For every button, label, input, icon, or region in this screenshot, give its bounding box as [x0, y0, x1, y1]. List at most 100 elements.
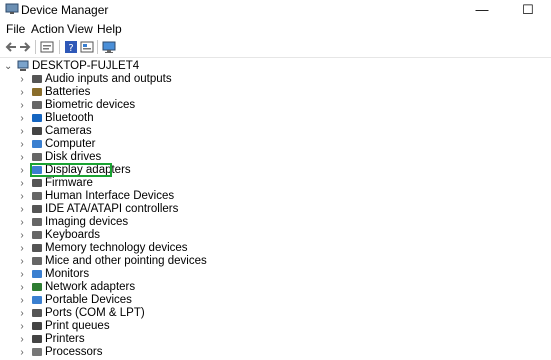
firmware-icon	[32, 179, 42, 187]
tree-item[interactable]: › Print queues	[0, 320, 260, 333]
tree-item-label: Firmware	[45, 177, 93, 189]
tree-item-label: Processors	[45, 346, 103, 358]
menu-action[interactable]: Action	[31, 22, 64, 36]
back-icon[interactable]	[4, 40, 18, 54]
bluetooth-icon	[32, 114, 42, 122]
tree-item-label: Computer	[45, 138, 96, 150]
toolbar-separator	[35, 40, 36, 54]
tree-item[interactable]: › Cameras	[0, 125, 260, 138]
camera-icon	[32, 127, 42, 135]
tree-item-label: Biometric devices	[45, 99, 136, 111]
tree-item[interactable]: › Monitors	[0, 268, 260, 281]
title-bar: Device Manager — ☐	[0, 0, 551, 19]
network-icon	[32, 283, 42, 291]
forward-icon[interactable]	[18, 40, 32, 54]
tree-item[interactable]: › Computer	[0, 138, 260, 151]
expand-chevron-icon[interactable]: ›	[18, 177, 26, 190]
tree-item-label: Mice and other pointing devices	[45, 255, 207, 267]
expand-chevron-icon[interactable]: ›	[18, 86, 26, 99]
scan-icon[interactable]	[80, 40, 94, 54]
expand-chevron-icon[interactable]: ›	[18, 268, 26, 281]
print-queue-icon	[32, 322, 42, 330]
menu-file[interactable]: File	[6, 22, 25, 36]
device-tree: ⌄ DESKTOP-FUJLET4 › Audio inputs and outp…	[0, 58, 551, 360]
menu-bar: File Action View Help	[0, 19, 551, 37]
keyboard-icon	[32, 231, 42, 239]
expand-chevron-icon[interactable]: ›	[18, 307, 26, 320]
tree-item[interactable]: › Processors	[0, 346, 260, 359]
tree-item[interactable]: › Imaging devices	[0, 216, 260, 229]
selection-highlight	[30, 163, 112, 177]
collapse-chevron-icon[interactable]: ⌄	[4, 60, 12, 73]
expand-chevron-icon[interactable]: ›	[18, 333, 26, 346]
tree-item-label: Printers	[45, 333, 85, 345]
speaker-icon	[32, 75, 42, 83]
tree-item-label: IDE ATA/ATAPI controllers	[45, 203, 179, 215]
tree-item[interactable]: › Memory technology devices	[0, 242, 260, 255]
tree-item[interactable]: › Biometric devices	[0, 99, 260, 112]
expand-chevron-icon[interactable]: ›	[18, 346, 26, 359]
imaging-icon	[32, 218, 42, 226]
monitor-icon[interactable]	[102, 40, 116, 54]
tree-item[interactable]: › Batteries	[0, 86, 260, 99]
expand-chevron-icon[interactable]: ›	[18, 294, 26, 307]
portable-device-icon	[32, 296, 42, 304]
tree-item[interactable]: › Ports (COM & LPT)	[0, 307, 260, 320]
tree-item[interactable]: › IDE ATA/ATAPI controllers	[0, 203, 260, 216]
hid-icon	[32, 192, 42, 200]
expand-chevron-icon[interactable]: ›	[18, 125, 26, 138]
tree-item[interactable]: › Audio inputs and outputs	[0, 73, 260, 86]
tree-item[interactable]: › Mice and other pointing devices	[0, 255, 260, 268]
minimize-button[interactable]: —	[459, 0, 505, 19]
tree-item[interactable]: › Firmware	[0, 177, 260, 190]
maximize-button[interactable]: ☐	[505, 0, 551, 19]
tree-item-label: Imaging devices	[45, 216, 129, 228]
expand-chevron-icon[interactable]: ›	[18, 99, 26, 112]
tree-item-label: Human Interface Devices	[45, 190, 175, 202]
device-manager-icon	[5, 3, 19, 14]
mouse-icon	[32, 257, 42, 265]
properties-icon[interactable]	[40, 40, 54, 54]
monitor-icon	[32, 270, 42, 278]
expand-chevron-icon[interactable]: ›	[18, 320, 26, 333]
menu-view[interactable]: View	[67, 22, 93, 36]
expand-chevron-icon[interactable]: ›	[18, 73, 26, 86]
tree-item[interactable]: › Printers	[0, 333, 260, 346]
toolbar-separator	[59, 40, 60, 54]
expand-chevron-icon[interactable]: ›	[18, 190, 26, 203]
tree-item-label: Bluetooth	[45, 112, 94, 124]
battery-icon	[32, 88, 42, 96]
expand-chevron-icon[interactable]: ›	[18, 216, 26, 229]
memory-icon	[32, 244, 42, 252]
tree-item-label: Batteries	[45, 86, 91, 98]
fingerprint-icon	[32, 101, 42, 109]
printer-icon	[32, 335, 42, 343]
expand-chevron-icon[interactable]: ›	[18, 164, 26, 177]
help-icon[interactable]: ?	[64, 40, 78, 54]
ide-controller-icon	[32, 205, 42, 213]
processor-icon	[32, 348, 42, 356]
port-icon	[32, 309, 42, 317]
expand-chevron-icon[interactable]: ›	[18, 281, 26, 294]
tree-item[interactable]: › Portable Devices	[0, 294, 260, 307]
expand-chevron-icon[interactable]: ›	[18, 242, 26, 255]
tree-item-label: Print queues	[45, 320, 110, 332]
window-title: Device Manager	[21, 3, 109, 17]
tree-item[interactable]: › Bluetooth	[0, 112, 260, 125]
tree-item-label: Audio inputs and outputs	[45, 73, 172, 85]
menu-help[interactable]: Help	[97, 22, 122, 36]
tree-root[interactable]: ⌄ DESKTOP-FUJLET4	[0, 60, 200, 73]
toolbar: ?	[0, 37, 551, 58]
tree-item[interactable]: › Keyboards	[0, 229, 260, 242]
expand-chevron-icon[interactable]: ›	[18, 112, 26, 125]
expand-chevron-icon[interactable]: ›	[18, 229, 26, 242]
expand-chevron-icon[interactable]: ›	[18, 203, 26, 216]
tree-root-label: DESKTOP-FUJLET4	[32, 60, 140, 72]
computer-icon	[32, 140, 42, 148]
expand-chevron-icon[interactable]: ›	[18, 138, 26, 151]
tree-item[interactable]: › Network adapters	[0, 281, 260, 294]
tree-item[interactable]: › Human Interface Devices	[0, 190, 260, 203]
tree-item-label: Network adapters	[45, 281, 136, 293]
expand-chevron-icon[interactable]: ›	[18, 255, 26, 268]
expand-chevron-icon[interactable]: ›	[18, 151, 26, 164]
